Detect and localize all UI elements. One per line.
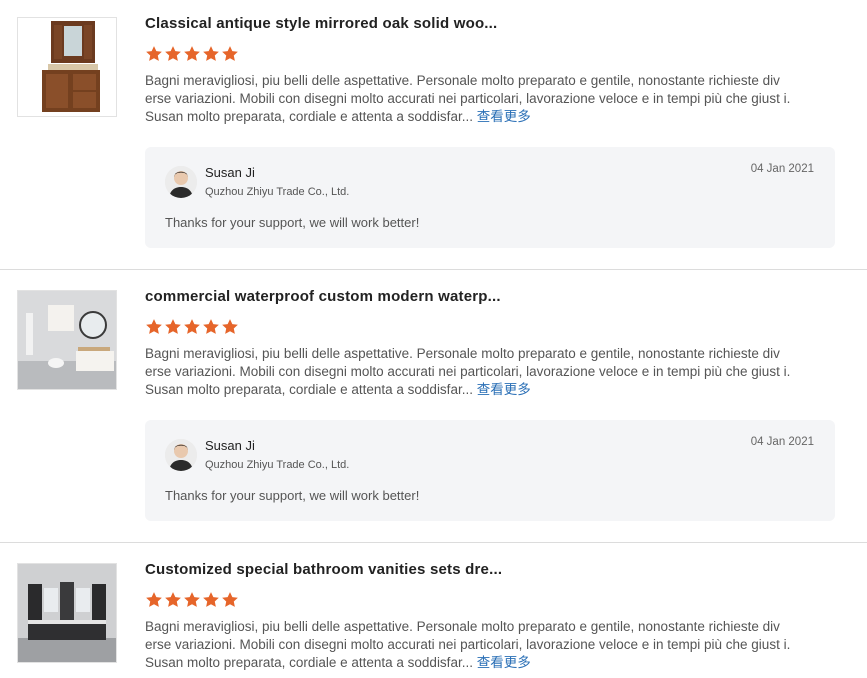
review-text: Bagni meravigliosi, piu belli delle aspe…: [145, 618, 805, 672]
star-icon: [221, 318, 239, 336]
reply-date: 04 Jan 2021: [750, 436, 814, 448]
review-body: Bagni meravigliosi, piu belli delle aspe…: [145, 619, 791, 670]
product-thumbnail[interactable]: [17, 290, 117, 390]
star-rating: [145, 591, 239, 609]
product-thumbnail[interactable]: [17, 17, 117, 117]
review-body: Bagni meravigliosi, piu belli delle aspe…: [145, 346, 791, 397]
read-more-link[interactable]: 查看更多: [477, 655, 531, 670]
star-icon: [202, 45, 220, 63]
reply-company: Quzhou Zhiyu Trade Co., Ltd.: [205, 459, 350, 471]
star-icon: [202, 591, 220, 609]
star-rating: [145, 318, 239, 336]
reply-company: Quzhou Zhiyu Trade Co., Ltd.: [205, 186, 350, 198]
review-text: Bagni meravigliosi, piu belli delle aspe…: [145, 345, 805, 399]
reply-author-name: Susan Ji: [205, 165, 255, 180]
star-icon: [145, 318, 163, 336]
star-icon: [183, 45, 201, 63]
star-icon: [145, 591, 163, 609]
divider: [0, 542, 867, 543]
star-icon: [164, 318, 182, 336]
star-icon: [221, 45, 239, 63]
modern-bathroom-image: [18, 291, 116, 389]
product-thumbnail[interactable]: [17, 563, 117, 663]
star-icon: [183, 318, 201, 336]
avatar: [165, 166, 197, 198]
antique-vanity-image: [18, 18, 116, 116]
star-icon: [164, 591, 182, 609]
review-body: Bagni meravigliosi, piu belli delle aspe…: [145, 73, 791, 124]
divider: [0, 269, 867, 270]
review-text: Bagni meravigliosi, piu belli delle aspe…: [145, 72, 805, 126]
supplier-reply: Susan Ji Quzhou Zhiyu Trade Co., Ltd. 04…: [145, 420, 835, 521]
review-product-title[interactable]: commercial waterproof custom modern wate…: [145, 288, 501, 305]
avatar: [165, 439, 197, 471]
dark-vanity-image: [18, 564, 116, 662]
star-icon: [183, 591, 201, 609]
review-product-title[interactable]: Classical antique style mirrored oak sol…: [145, 15, 497, 32]
reply-author-name: Susan Ji: [205, 438, 255, 453]
reply-text: Thanks for your support, we will work be…: [165, 215, 420, 230]
review-product-title[interactable]: Customized special bathroom vanities set…: [145, 561, 502, 578]
star-icon: [221, 591, 239, 609]
star-rating: [145, 45, 239, 63]
read-more-link[interactable]: 查看更多: [477, 382, 531, 397]
read-more-link[interactable]: 查看更多: [477, 109, 531, 124]
star-icon: [164, 45, 182, 63]
reply-date: 04 Jan 2021: [750, 163, 814, 175]
star-icon: [145, 45, 163, 63]
supplier-reply: Susan Ji Quzhou Zhiyu Trade Co., Ltd. 04…: [145, 147, 835, 248]
reply-text: Thanks for your support, we will work be…: [165, 488, 420, 503]
star-icon: [202, 318, 220, 336]
